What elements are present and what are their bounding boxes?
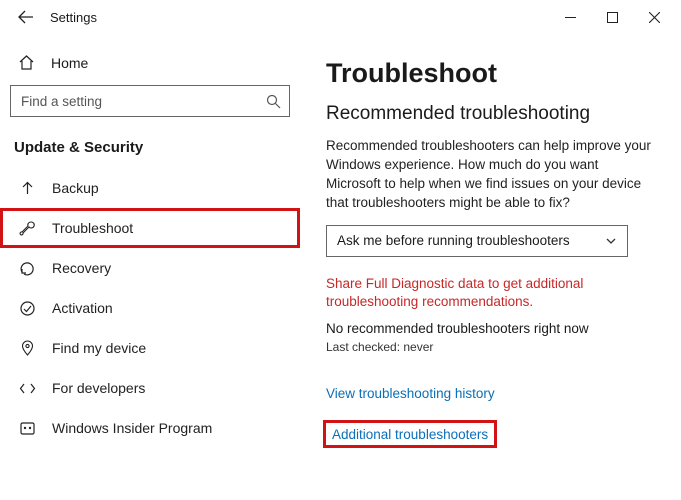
sidebar-section-header: Update & Security (0, 129, 300, 164)
search-icon (266, 94, 281, 109)
last-checked-text: Last checked: never (326, 340, 659, 354)
home-icon (18, 54, 35, 71)
minimize-button[interactable] (549, 3, 591, 31)
main-content: Troubleshoot Recommended troubleshooting… (300, 34, 681, 500)
sidebar-item-backup[interactable]: Backup (0, 168, 300, 208)
activation-icon (18, 299, 36, 317)
diagnostic-warning[interactable]: Share Full Diagnostic data to get additi… (326, 275, 659, 311)
additional-troubleshooters-link[interactable]: Additional troubleshooters (332, 427, 488, 442)
sidebar-item-find-my-device[interactable]: Find my device (0, 328, 300, 368)
no-recommended-text: No recommended troubleshooters right now (326, 321, 659, 336)
wrench-icon (18, 219, 36, 237)
sidebar: Home Find a setting Update & Security Ba… (0, 34, 300, 500)
maximize-button[interactable] (591, 3, 633, 31)
nav-label: Find my device (52, 340, 146, 356)
recommendation-dropdown[interactable]: Ask me before running troubleshooters (326, 225, 628, 257)
nav-label: Troubleshoot (52, 220, 133, 236)
developers-icon (18, 379, 36, 397)
sidebar-item-insider[interactable]: Windows Insider Program (0, 408, 300, 448)
close-button[interactable] (633, 3, 675, 31)
sidebar-item-for-developers[interactable]: For developers (0, 368, 300, 408)
sidebar-item-recovery[interactable]: Recovery (0, 248, 300, 288)
close-icon (649, 12, 660, 23)
back-button[interactable] (12, 9, 40, 25)
window-title: Settings (50, 10, 549, 25)
nav-label: For developers (52, 380, 145, 396)
nav-label: Windows Insider Program (52, 420, 212, 436)
search-placeholder: Find a setting (21, 94, 102, 109)
maximize-icon (607, 12, 618, 23)
page-title: Troubleshoot (326, 58, 659, 89)
description-text: Recommended troubleshooters can help imp… (326, 137, 656, 213)
home-label: Home (51, 55, 88, 71)
title-bar: Settings (0, 0, 681, 34)
nav-label: Backup (52, 180, 99, 196)
nav-label: Recovery (52, 260, 111, 276)
chevron-down-icon (605, 235, 617, 247)
sidebar-item-troubleshoot[interactable]: Troubleshoot (0, 208, 300, 248)
sidebar-item-activation[interactable]: Activation (0, 288, 300, 328)
location-icon (18, 339, 36, 357)
backup-icon (18, 179, 36, 197)
recovery-icon (18, 259, 36, 277)
arrow-left-icon (18, 9, 34, 25)
nav-label: Activation (52, 300, 113, 316)
insider-icon (18, 419, 36, 437)
sidebar-home[interactable]: Home (0, 46, 300, 81)
section-heading: Recommended troubleshooting (326, 103, 659, 125)
history-link[interactable]: View troubleshooting history (326, 386, 495, 401)
search-input[interactable]: Find a setting (10, 85, 290, 117)
minimize-icon (565, 12, 576, 23)
dropdown-value: Ask me before running troubleshooters (337, 233, 570, 248)
additional-highlight: Additional troubleshooters (326, 423, 494, 445)
